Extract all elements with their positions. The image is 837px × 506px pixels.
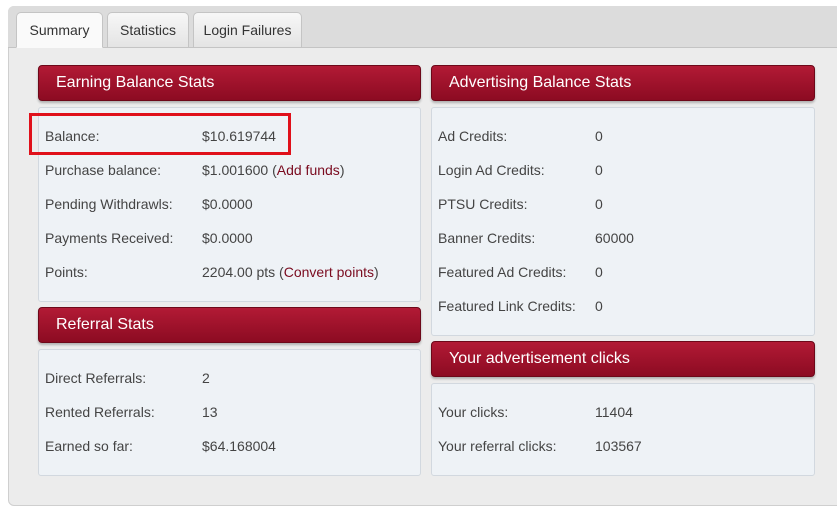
paren-open: ( [275,264,284,280]
featured-ad-credits-label: Featured Ad Credits: [438,264,567,280]
banner-credits-value: 60000 [595,230,634,246]
ad-credits-value: 0 [595,128,603,144]
points-value-group: 2204.00 pts (Convert points) [202,264,379,280]
pending-withdrawls-label: Pending Withdrawls: [45,196,173,212]
paren-close: ) [374,264,379,280]
advertising-panel-title: Advertising Balance Stats [449,74,632,91]
login-ad-credits-label: Login Ad Credits: [438,162,545,178]
paren-close: ) [339,162,345,178]
earned-so-far-label: Earned so far: [45,438,133,454]
ad-credits-label: Ad Credits: [438,128,508,144]
rented-referrals-value: 13 [202,404,218,420]
purchase-balance-label: Purchase balance: [45,162,161,178]
add-funds-link[interactable]: Add funds [277,162,340,178]
earned-so-far-value: $64.168004 [202,438,276,454]
your-clicks-label: Your clicks: [438,404,509,420]
advertising-panel-header: Advertising Balance Stats [431,65,815,101]
direct-referrals-value: 2 [202,370,210,386]
referral-panel-title: Referral Stats [56,316,154,333]
login-ad-credits-value: 0 [595,162,603,178]
featured-ad-credits-value: 0 [595,264,603,280]
referral-clicks-value: 103567 [595,438,642,454]
clicks-panel-title: Your advertisement clicks [449,350,630,367]
your-clicks-value: 11404 [595,404,633,420]
clicks-panel-body: Your clicks: 11404 Your referral clicks:… [431,383,815,476]
convert-points-link[interactable]: Convert points [284,264,374,280]
pending-withdrawls-value: $0.0000 [202,196,253,212]
ptsu-credits-label: PTSU Credits: [438,196,528,212]
featured-link-credits-label: Featured Link Credits: [438,298,576,314]
payments-received-value: $0.0000 [202,230,253,246]
tab-login-failures[interactable]: Login Failures [193,12,302,47]
clicks-panel-header: Your advertisement clicks [431,341,815,377]
purchase-balance-value-group: $1.001600 (Add funds) [202,162,344,178]
tab-summary[interactable]: Summary [16,12,103,48]
earning-panel-title: Earning Balance Stats [56,74,215,91]
advertising-panel-body: Ad Credits: 0 Login Ad Credits: 0 PTSU C… [431,107,815,336]
tab-statistics[interactable]: Statistics [107,12,189,47]
ptsu-credits-value: 0 [595,196,603,212]
paren-open: ( [268,162,277,178]
rented-referrals-label: Rented Referrals: [45,404,155,420]
payments-received-label: Payments Received: [45,230,174,246]
points-value: 2204.00 pts [202,264,276,280]
referral-panel-header: Referral Stats [38,307,421,343]
featured-link-credits-value: 0 [595,298,603,314]
balance-highlight-box [29,113,291,155]
direct-referrals-label: Direct Referrals: [45,370,147,386]
points-label: Points: [45,264,88,280]
referral-clicks-label: Your referral clicks: [438,438,557,454]
earning-panel-header: Earning Balance Stats [38,65,421,101]
banner-credits-label: Banner Credits: [438,230,536,246]
referral-panel-body: Direct Referrals: 2 Rented Referrals: 13… [38,349,421,476]
purchase-balance-value: $1.001600 [202,162,269,178]
